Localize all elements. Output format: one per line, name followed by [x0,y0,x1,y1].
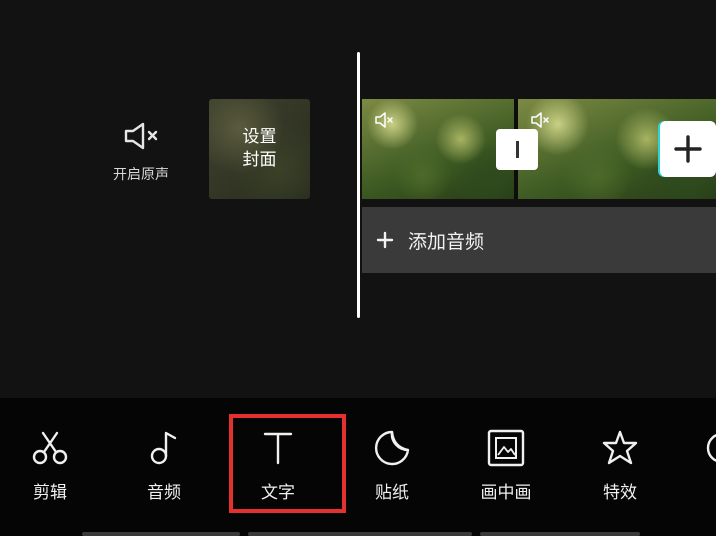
tool-cut-label: 剪辑 [33,483,67,503]
tool-picture-in-picture[interactable]: 画中画 [461,428,551,503]
speaker-mute-icon [531,112,549,128]
plus-icon [376,231,394,249]
timeline-editor: 开启原声 设置 封面 添加音频 [0,0,716,398]
scissors-icon [32,431,68,465]
add-audio-button[interactable]: 添加音频 [362,207,716,273]
bottom-scroll-indicator [248,532,472,536]
add-audio-label: 添加音频 [408,230,485,253]
tool-more[interactable] [682,428,716,468]
sticker-icon [375,430,410,466]
bottom-scroll-indicator [82,532,240,536]
tool-sticker-label: 贴纸 [375,483,409,503]
tool-audio[interactable]: 音频 [119,428,209,503]
tool-picture-in-picture-label: 画中画 [480,483,532,503]
effects-star-icon [602,430,638,465]
plus-icon [674,135,702,163]
video-clip[interactable] [362,99,514,199]
tool-sticker[interactable]: 贴纸 [347,428,437,503]
toggle-original-sound-label: 开启原声 [113,167,169,183]
tool-effects-label: 特效 [603,483,637,503]
speaker-mute-icon [375,112,393,128]
add-clip-button[interactable] [660,121,716,177]
music-note-icon [150,431,177,465]
transition-button[interactable] [496,129,538,170]
tool-cut[interactable]: 剪辑 [5,428,95,503]
toggle-original-sound-button[interactable]: 开启原声 [98,120,184,196]
speaker-mute-icon [124,122,158,150]
highlight-box [229,414,346,513]
tool-effects[interactable]: 特效 [575,428,665,503]
transition-icon [515,141,519,158]
set-cover-label-line2: 封面 [242,150,277,170]
set-cover-button[interactable]: 设置 封面 [209,99,310,199]
playhead[interactable] [357,52,360,318]
bottom-scroll-indicator [480,532,640,536]
set-cover-label-line1: 设置 [242,127,277,147]
video-track[interactable] [362,99,716,199]
partial-tool-icon [706,434,716,462]
tool-audio-label: 音频 [147,483,181,503]
picture-in-picture-icon [487,429,525,467]
bottom-toolbar: 剪辑 音频 文字 贴纸 画中画 特效 [0,398,716,536]
